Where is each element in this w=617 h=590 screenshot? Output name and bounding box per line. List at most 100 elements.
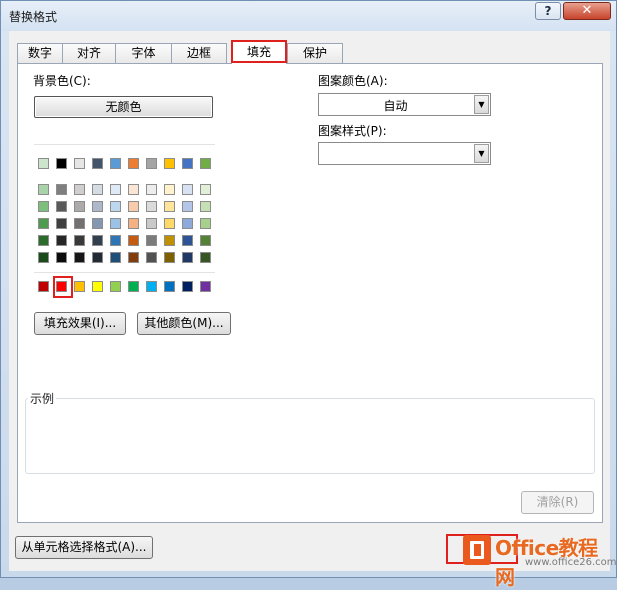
color-swatch[interactable] <box>110 184 121 195</box>
color-swatch[interactable] <box>200 235 211 246</box>
color-swatch[interactable] <box>110 218 121 229</box>
color-swatch[interactable] <box>146 158 157 169</box>
pattern-style-select[interactable]: ▼ <box>318 142 491 165</box>
selected-color-highlight <box>53 276 73 298</box>
clear-button[interactable]: 清除(R) <box>521 491 594 514</box>
color-swatch[interactable] <box>164 218 175 229</box>
color-swatch[interactable] <box>56 184 67 195</box>
color-swatch[interactable] <box>200 158 211 169</box>
color-swatch[interactable] <box>182 184 193 195</box>
color-swatch[interactable] <box>92 218 103 229</box>
color-swatch[interactable] <box>200 218 211 229</box>
color-swatch[interactable] <box>128 235 139 246</box>
color-swatch[interactable] <box>56 218 67 229</box>
color-swatch[interactable] <box>38 201 49 212</box>
color-swatch[interactable] <box>38 218 49 229</box>
color-swatch[interactable] <box>38 252 49 263</box>
color-swatch[interactable] <box>74 184 85 195</box>
color-swatch[interactable] <box>128 184 139 195</box>
chevron-down-icon[interactable]: ▼ <box>474 95 489 114</box>
more-colors-button[interactable]: 其他颜色(M)... <box>137 312 231 335</box>
color-swatch[interactable] <box>146 184 157 195</box>
format-dialog: 替换格式 ? ✕ 数字 对齐 字体 边框 填充 保护 背景色(C): 无颜色 填… <box>0 0 617 589</box>
color-swatch[interactable] <box>110 158 121 169</box>
color-swatch[interactable] <box>92 252 103 263</box>
color-swatch[interactable] <box>128 218 139 229</box>
color-swatch[interactable] <box>182 218 193 229</box>
dialog-title: 替换格式 <box>9 10 58 24</box>
standard-color-swatch[interactable] <box>164 281 175 292</box>
pattern-style-label: 图案样式(P): <box>318 124 387 138</box>
color-swatch[interactable] <box>38 158 49 169</box>
fill-panel: 背景色(C): 无颜色 填充效果(I)... 其他颜色(M)... 图案颜色(A… <box>17 63 603 523</box>
standard-color-swatch[interactable] <box>200 281 211 292</box>
color-swatch[interactable] <box>164 201 175 212</box>
color-swatch[interactable] <box>164 252 175 263</box>
color-swatch[interactable] <box>146 218 157 229</box>
standard-color-swatch[interactable] <box>92 281 103 292</box>
color-swatch[interactable] <box>146 252 157 263</box>
color-swatch[interactable] <box>56 235 67 246</box>
color-swatch[interactable] <box>146 235 157 246</box>
standard-color-swatch[interactable] <box>146 281 157 292</box>
color-swatch[interactable] <box>182 235 193 246</box>
chevron-down-icon[interactable]: ▼ <box>474 144 489 163</box>
choose-format-from-cell-button[interactable]: 从单元格选择格式(A)... <box>15 536 153 559</box>
sample-box <box>25 398 595 474</box>
color-swatch[interactable] <box>200 184 211 195</box>
color-swatch[interactable] <box>110 252 121 263</box>
color-swatch[interactable] <box>182 201 193 212</box>
color-swatch[interactable] <box>92 235 103 246</box>
standard-color-swatch[interactable] <box>74 281 85 292</box>
office-logo-icon <box>463 535 491 565</box>
color-swatch[interactable] <box>182 252 193 263</box>
dialog-body: 数字 对齐 字体 边框 填充 保护 背景色(C): 无颜色 填充效果(I)...… <box>9 31 610 571</box>
tab-border[interactable]: 边框 <box>171 43 227 64</box>
color-swatch[interactable] <box>164 158 175 169</box>
color-swatch[interactable] <box>92 201 103 212</box>
color-swatch[interactable] <box>74 158 85 169</box>
color-swatch[interactable] <box>164 235 175 246</box>
color-swatch[interactable] <box>110 201 121 212</box>
tab-fill[interactable]: 填充 <box>231 41 287 64</box>
color-swatch[interactable] <box>128 252 139 263</box>
tab-protection[interactable]: 保护 <box>287 43 343 64</box>
tab-number[interactable]: 数字 <box>17 43 63 64</box>
standard-color-swatch[interactable] <box>182 281 193 292</box>
color-swatch[interactable] <box>146 201 157 212</box>
color-swatch[interactable] <box>128 158 139 169</box>
background-color-label: 背景色(C): <box>33 74 91 88</box>
color-swatch[interactable] <box>92 184 103 195</box>
close-button[interactable]: ✕ <box>563 2 611 20</box>
color-swatch[interactable] <box>164 184 175 195</box>
pattern-color-select[interactable]: 自动 ▼ <box>318 93 491 116</box>
tab-alignment[interactable]: 对齐 <box>62 43 116 64</box>
tab-font[interactable]: 字体 <box>115 43 172 64</box>
standard-color-swatch[interactable] <box>38 281 49 292</box>
color-swatch[interactable] <box>38 235 49 246</box>
color-swatch[interactable] <box>182 158 193 169</box>
color-swatch[interactable] <box>74 252 85 263</box>
color-swatch[interactable] <box>128 201 139 212</box>
color-swatch[interactable] <box>56 252 67 263</box>
help-button[interactable]: ? <box>535 2 561 20</box>
sample-label: 示例 <box>28 390 57 407</box>
color-swatch[interactable] <box>200 201 211 212</box>
pattern-color-label: 图案颜色(A): <box>318 74 388 88</box>
standard-color-swatch[interactable] <box>110 281 121 292</box>
palette-separator <box>34 272 215 273</box>
color-swatch[interactable] <box>38 184 49 195</box>
standard-color-swatch[interactable] <box>128 281 139 292</box>
color-swatch[interactable] <box>200 252 211 263</box>
color-swatch[interactable] <box>74 218 85 229</box>
color-swatch[interactable] <box>92 158 103 169</box>
fill-effects-button[interactable]: 填充效果(I)... <box>34 312 126 335</box>
color-swatch[interactable] <box>74 235 85 246</box>
color-swatch[interactable] <box>56 158 67 169</box>
no-color-button[interactable]: 无颜色 <box>34 96 213 118</box>
color-swatch[interactable] <box>56 201 67 212</box>
color-swatch[interactable] <box>74 201 85 212</box>
palette-separator <box>34 144 215 145</box>
color-swatch[interactable] <box>110 235 121 246</box>
title-bar[interactable]: 替换格式 ? ✕ <box>1 1 616 31</box>
